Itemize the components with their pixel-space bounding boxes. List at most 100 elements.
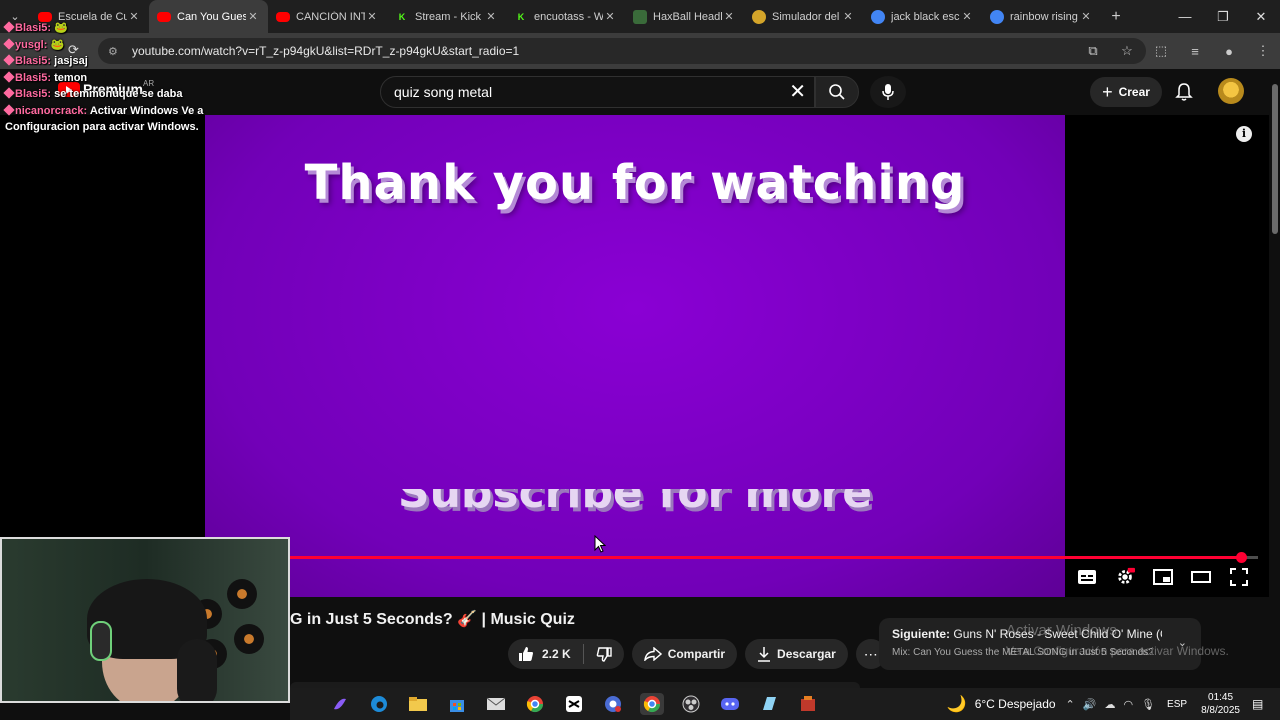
mic-tray-icon[interactable]: 🎙 [1141, 698, 1155, 711]
notepad-icon[interactable] [757, 693, 781, 715]
tab-close-icon[interactable]: ✕ [722, 10, 736, 23]
address-bar[interactable]: ⚙ youtube.com/watch?v=rT_z-p94gkU&list=R… [98, 38, 1146, 64]
dislike-button[interactable] [584, 646, 624, 662]
theater-mode-icon[interactable] [1191, 566, 1211, 588]
up-next-label: Siguiente: [892, 627, 951, 641]
browser-tab[interactable]: CANCIÓN INT ✕ [268, 0, 387, 33]
microphone-image [177, 639, 217, 701]
progress-scrubber[interactable] [1235, 552, 1247, 563]
chat-badge-icon [3, 21, 15, 33]
video-player[interactable]: Thank you for watching Subscribe for mor… [0, 115, 1269, 597]
page-scrollbar[interactable] [1269, 69, 1280, 689]
search-input[interactable]: quiz song metal ✕ [380, 76, 815, 108]
window-controls: — ❐ ✕ [1166, 0, 1280, 33]
notifications-icon[interactable]: ▤ [1252, 697, 1274, 711]
cloud-icon[interactable]: ☁ [1104, 698, 1115, 711]
chat-text: se temmonuque se daba [54, 88, 183, 100]
weather-widget[interactable]: 🌙 6°C Despejado [947, 694, 1056, 714]
tab-close-icon[interactable]: ✕ [841, 10, 855, 23]
language-indicator[interactable]: ESP [1167, 699, 1187, 710]
video-frame[interactable]: Thank you for watching Subscribe for mor… [205, 115, 1065, 597]
tab-close-icon[interactable]: ✕ [960, 10, 974, 23]
chat-message: Blasi5: 🐸 [3, 20, 225, 37]
restore-icon[interactable]: ❐ [1204, 0, 1242, 33]
bookmark-star-icon[interactable]: ☆ [1110, 43, 1144, 59]
miniplayer-icon[interactable] [1153, 566, 1173, 588]
notifications-bell-icon[interactable] [1175, 82, 1193, 102]
system-tray: 🌙 6°C Despejado ⌃ 🔊 ☁ ◠ 🎙 ESP 01:45 8/8/… [947, 688, 1280, 720]
capcut-icon[interactable] [562, 693, 586, 715]
browser-tab[interactable]: HaxBall Headl ✕ [625, 0, 744, 33]
tab-close-icon[interactable]: ✕ [1079, 10, 1093, 23]
share-label: Compartir [667, 647, 726, 661]
info-icon[interactable]: i [1236, 126, 1252, 142]
browser-tab[interactable]: rainbow rising ✕ [982, 0, 1101, 33]
clock[interactable]: 01:45 8/8/2025 [1201, 691, 1240, 717]
store-icon[interactable] [445, 693, 469, 715]
activation-watermark: Activar Windows Ve a Configuración para … [1006, 621, 1229, 661]
chrome-active-icon[interactable] [640, 693, 664, 715]
volume-icon[interactable]: 🔊 [1083, 698, 1097, 711]
settings-gear-icon[interactable] [1115, 566, 1135, 588]
taskbar-apps [328, 693, 820, 715]
browser-tab[interactable]: K Stream - Kick ✕ [387, 0, 506, 33]
chrome-profile-icon[interactable] [601, 693, 625, 715]
browser-menu-icon[interactable]: ⋮ [1246, 43, 1280, 59]
obs-icon[interactable] [679, 693, 703, 715]
microphone-icon [882, 84, 894, 100]
chat-username: Blasi5: [15, 88, 52, 100]
new-tab-button[interactable]: + [1101, 8, 1131, 26]
chat-username: Blasi5: [15, 22, 52, 34]
chat-username: yusgl: [15, 38, 48, 51]
like-button[interactable]: 2.2 K [508, 644, 584, 664]
minimize-icon[interactable]: — [1166, 0, 1204, 33]
thumbs-down-icon [596, 647, 612, 662]
voice-search-button[interactable] [870, 76, 906, 108]
subtitles-icon[interactable] [1077, 566, 1097, 588]
search-button[interactable] [815, 76, 859, 108]
chevron-up-icon[interactable]: ⌃ [1066, 698, 1075, 711]
chat-message: Blasi5: se temmonuque se daba [3, 86, 225, 103]
browser-tab[interactable]: Simulador del ✕ [744, 0, 863, 33]
share-button[interactable]: Compartir [631, 639, 738, 669]
profile-icon[interactable]: ● [1212, 44, 1246, 59]
tab-close-icon[interactable]: ✕ [365, 10, 379, 23]
like-count: 2.2 K [542, 647, 571, 661]
mail-icon[interactable] [484, 693, 508, 715]
clear-search-icon[interactable]: ✕ [789, 80, 806, 104]
media-control-icon[interactable]: ≡ [1178, 44, 1212, 59]
weather-text: 6°C Despejado [974, 697, 1056, 711]
copilot-icon[interactable] [328, 693, 352, 715]
edge-icon[interactable] [367, 693, 391, 715]
progress-bar[interactable] [290, 552, 1258, 563]
browser-tab-title: Simulador del [772, 10, 840, 23]
browser-tab-title: HaxBall Headl [653, 10, 722, 23]
download-button[interactable]: Descargar [745, 639, 848, 669]
chat-message: Blasi5: temon [3, 70, 225, 87]
file-explorer-icon[interactable] [406, 693, 430, 715]
browser-tab-title: Stream - Kick [415, 10, 482, 23]
fullscreen-icon[interactable] [1229, 566, 1249, 588]
chat-username: nicanorcrack: [15, 104, 88, 117]
chat-text: temon [54, 71, 88, 84]
chat-text: 🐸 [50, 38, 65, 51]
install-app-icon[interactable]: ⧉ [1076, 43, 1110, 59]
tab-close-icon[interactable]: ✕ [484, 10, 498, 23]
tab-close-icon[interactable]: ✕ [246, 10, 260, 23]
browser-tab[interactable]: jack black esc ✕ [863, 0, 982, 33]
webcam-overlay [0, 537, 290, 703]
scrollbar-thumb[interactable] [1272, 84, 1278, 234]
app-tray-icon[interactable] [796, 693, 820, 715]
google-icon [990, 9, 1004, 24]
extensions-icon[interactable]: ⬚ [1144, 43, 1178, 59]
wifi-icon[interactable]: ◠ [1123, 698, 1133, 711]
chrome-icon[interactable] [523, 693, 547, 715]
discord-icon[interactable] [718, 693, 742, 715]
close-window-icon[interactable]: ✕ [1242, 0, 1280, 33]
browser-tab[interactable]: Kencuotass - W ✕ [506, 0, 625, 33]
create-button[interactable]: + Crear [1090, 77, 1162, 107]
account-avatar[interactable] [1218, 78, 1244, 104]
chat-badge-icon [3, 54, 15, 66]
google-icon [871, 9, 885, 24]
tab-close-icon[interactable]: ✕ [603, 10, 617, 23]
